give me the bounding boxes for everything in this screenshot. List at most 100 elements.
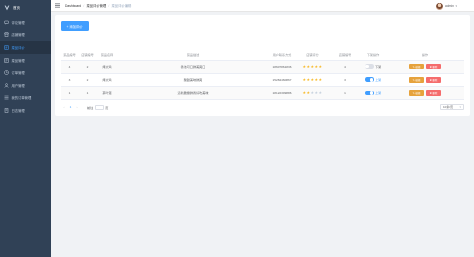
- table-row: 4 2 烤大鸡 香浓可口鲜美爽口 18607861836 ★★★★★ 4 下架 ✎ 编辑 ✖ 删除: [61, 60, 464, 74]
- column-header: 店铺编号: [78, 49, 97, 61]
- cell-shop-id: 2: [78, 73, 97, 87]
- cell-shop-id: 1: [78, 86, 97, 101]
- sidebar-item-6[interactable]: 我的订单管理: [0, 92, 51, 105]
- switch-label: 下架: [375, 65, 382, 70]
- sidebar-item-label: 日志管理: [11, 108, 25, 113]
- comment-icon: [4, 20, 9, 25]
- star-rating: ★★★★★: [303, 77, 323, 82]
- sidebar-item-1[interactable]: 店铺管理: [0, 29, 51, 42]
- column-header: 菜品描述: [117, 49, 269, 61]
- cell-dish-id: 3: [61, 73, 78, 87]
- star-rating: ★★★★★: [303, 90, 323, 95]
- sidebar-item-label: 用户管理: [11, 83, 25, 88]
- breadcrumb-dashboard[interactable]: Dashboard: [65, 4, 81, 8]
- switch-track[interactable]: [364, 64, 374, 69]
- breadcrumb-separator: /: [83, 3, 85, 8]
- cell-actions: ✎ 编辑 ✖ 删除: [386, 86, 464, 101]
- breadcrumb-review-management[interactable]: 菜品评价管理: [86, 3, 106, 8]
- breadcrumb-separator: /: [108, 3, 110, 8]
- cell-phone: 18607861836: [269, 60, 295, 74]
- cell-phone: 15284460867: [269, 73, 295, 87]
- cell-status: 下架: [360, 60, 386, 74]
- cell-actions: ✎ 编辑 ✖ 删除: [386, 60, 464, 74]
- chevron-down-icon[interactable]: ▾: [455, 4, 457, 8]
- status-switch[interactable]: 上架: [364, 77, 382, 83]
- status-switch[interactable]: 上架: [364, 90, 382, 96]
- breadcrumb-current: 菜品评价编辑: [111, 4, 132, 8]
- list-icon: [4, 96, 9, 100]
- page-number[interactable]: 1: [67, 105, 74, 109]
- sidebar-item-5[interactable]: 用户管理: [0, 79, 51, 92]
- review-table: 菜品编号 店铺编号 菜品名称 菜品描述 用户联系方式 店铺评分 店铺编号 下架操作 操作 42烤…: [61, 49, 464, 101]
- sidebar-item-label: 我的订单管理: [11, 96, 32, 101]
- delete-button[interactable]: ✖ 删除: [426, 90, 441, 96]
- star-icon: ★: [318, 64, 323, 70]
- table-body: 4 2 烤大鸡 香浓可口鲜美爽口 18607861836 ★★★★★ 4 下架 ✎ 编辑 ✖ 删除…: [61, 60, 464, 101]
- cell-dish-name: 茶叶蛋: [97, 86, 117, 101]
- cell-dish-id: 1: [61, 86, 78, 101]
- cell-dish-name: 烤大鸡: [97, 73, 117, 87]
- star-rating: ★★★★★: [303, 64, 323, 69]
- sidebar-item-label: 店铺管理: [11, 33, 25, 38]
- cell-shop-no: 1: [330, 86, 360, 101]
- add-review-button[interactable]: + 添加评价: [60, 21, 89, 31]
- column-header: 用户联系方式: [269, 49, 295, 61]
- sidebar-item-4[interactable]: 订单管理: [0, 66, 51, 79]
- column-header: 店铺评分: [295, 49, 330, 61]
- switch-track[interactable]: [364, 77, 374, 83]
- edit-button[interactable]: ✎ 编辑: [409, 63, 424, 70]
- goto-suffix: 页: [105, 105, 109, 110]
- cell-status: 上架: [360, 86, 386, 101]
- cell-rating: ★★★★★: [295, 86, 330, 101]
- cell-rating: ★★★★★: [295, 73, 330, 87]
- table-row: 1 1 茶叶蛋 清新脆嫩鲜香好吃美味 18122309886 ★★★★★ 1 上架 ✎ 编辑 ✖ …: [61, 86, 464, 101]
- switch-label: 上架: [375, 78, 382, 83]
- cell-rating: ★★★★★: [295, 60, 330, 74]
- chevron-down-icon: ▾: [459, 105, 461, 109]
- pagination: ‹ 1 › 前往 页 10条/页 ▾: [61, 103, 464, 111]
- cell-description: 酸甜美味鲜爽: [117, 73, 269, 87]
- top-navbar: Dashboard / 菜品评价管理 / 菜品评价编辑 admin ▾: [51, 0, 474, 12]
- sidebar-item-2[interactable]: 菜品评价: [0, 41, 51, 54]
- delete-button[interactable]: ✖ 删除: [426, 76, 441, 83]
- goto-prefix: 前往: [87, 105, 94, 110]
- cell-description: 香浓可口鲜美爽口: [117, 60, 269, 74]
- avatar[interactable]: [436, 2, 443, 10]
- log-icon: [4, 108, 9, 113]
- main-card: + 添加评价 菜品编号 店铺编号 菜品名称 菜品描述 用户联系方式 店铺评分 店铺编号 下架操…: [55, 15, 470, 116]
- star-icon: ★: [318, 90, 323, 96]
- cell-actions: ✎ 编辑 ✖ 删除: [386, 73, 464, 87]
- sidebar-item-0[interactable]: 评论管理: [0, 16, 51, 29]
- shop-icon: [4, 32, 9, 38]
- sidebar-item-7[interactable]: 日志管理: [0, 104, 51, 117]
- edit-button[interactable]: ✎ 编辑: [409, 76, 424, 83]
- sidebar-item-label: 菜品评价: [11, 45, 25, 50]
- cell-shop-no: 3: [330, 73, 360, 87]
- star-icon: ★: [318, 77, 323, 83]
- logo-text: 首页: [13, 5, 20, 10]
- sidebar-logo[interactable]: 首页: [0, 0, 51, 16]
- column-header: 下架操作: [360, 49, 386, 61]
- page-size-value: 10条/页: [443, 105, 454, 109]
- dish-icon: [4, 45, 9, 50]
- cell-dish-id: 4: [61, 60, 78, 74]
- sidebar: 首页 评论管理店铺管理菜品评价菜品管理订单管理用户管理我的订单管理 日志管理: [0, 0, 51, 257]
- sidebar-item-label: 评论管理: [11, 20, 25, 25]
- hamburger-icon[interactable]: [55, 3, 60, 8]
- menu-icon: [4, 57, 9, 63]
- user-menu[interactable]: admin ▾: [436, 2, 457, 10]
- page-size-select[interactable]: 10条/页 ▾: [440, 104, 464, 110]
- column-header: 菜品名称: [97, 49, 117, 61]
- user-icon: [4, 83, 9, 88]
- edit-button[interactable]: ✎ 编辑: [409, 90, 424, 96]
- user-name[interactable]: admin: [445, 4, 454, 8]
- sidebar-item-3[interactable]: 菜品管理: [0, 54, 51, 67]
- status-switch[interactable]: 下架: [364, 64, 382, 70]
- goto-page-input[interactable]: [94, 104, 104, 110]
- next-page-icon[interactable]: ›: [74, 105, 80, 109]
- sidebar-item-label: 菜品管理: [11, 58, 25, 63]
- delete-button[interactable]: ✖ 删除: [426, 63, 441, 70]
- switch-label: 上架: [375, 91, 382, 96]
- cell-dish-name: 烤大鸡: [97, 60, 117, 74]
- switch-track[interactable]: [364, 90, 374, 96]
